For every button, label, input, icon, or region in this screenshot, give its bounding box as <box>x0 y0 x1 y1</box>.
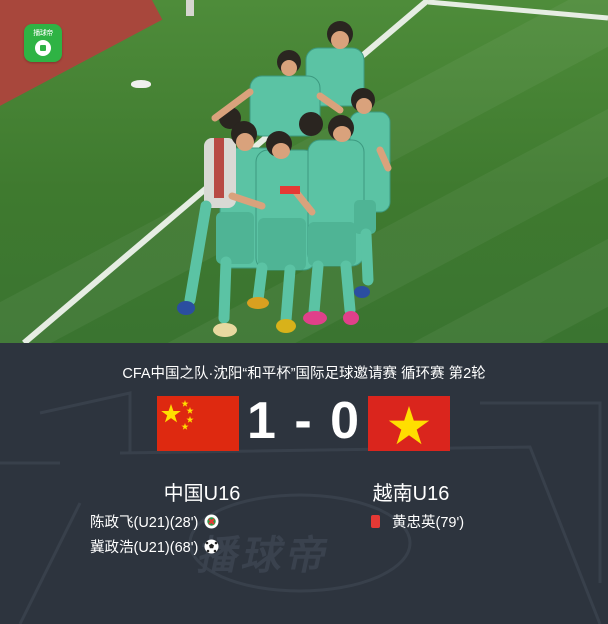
red-card-icon <box>371 515 380 528</box>
away-event-row: 黄忠英(79') <box>371 511 464 532</box>
own-goal-icon <box>204 514 219 529</box>
home-event-row: 陈政飞(U21)(28') <box>90 511 219 532</box>
vietnam-flag <box>368 396 450 451</box>
home-event-text: 冀政浩(U21)(68') <box>90 540 199 556</box>
match-info-panel: 播球帝 CFA中国之队·沈阳“和平杯”国际足球邀请赛 循环赛 第2轮 1 - 0… <box>0 343 608 624</box>
match-score: 1 - 0 <box>246 392 362 450</box>
pitch-diagram-background <box>0 391 602 624</box>
app-logo-text: 播球帝 <box>33 30 53 37</box>
goal-ball-icon <box>204 539 219 554</box>
away-team-name[interactable]: 越南U16 <box>331 477 491 506</box>
match-photo: 播球帝 <box>0 0 608 343</box>
celebrating-players <box>177 0 392 337</box>
home-event-row: 冀政浩(U21)(68') <box>90 536 219 557</box>
away-event-text: 黄忠英(79') <box>392 515 465 531</box>
soccer-ball-icon <box>35 40 51 56</box>
home-event-text: 陈政飞(U21)(28') <box>90 515 199 531</box>
home-team-name[interactable]: 中国U16 <box>122 477 282 506</box>
app-logo[interactable]: 播球帝 <box>24 24 62 62</box>
competition-title: CFA中国之队·沈阳“和平杯”国际足球邀请赛 循环赛 第2轮 <box>122 366 486 382</box>
